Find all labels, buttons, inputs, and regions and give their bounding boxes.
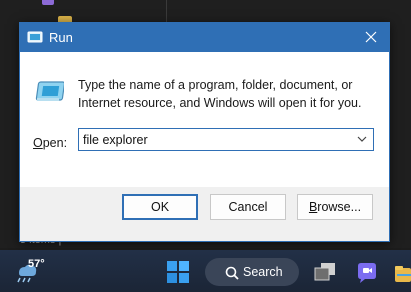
- open-label: Open:: [33, 136, 67, 150]
- chevron-down-icon[interactable]: [357, 136, 367, 142]
- browse-button[interactable]: Browse...: [297, 194, 373, 220]
- search-icon: [225, 266, 239, 280]
- taskbar-search-button[interactable]: Search: [205, 258, 299, 286]
- run-dialog: Run Type the name of a program, folder, …: [19, 22, 390, 242]
- start-button-icon[interactable]: [166, 261, 190, 283]
- divider: [166, 0, 167, 24]
- open-label-accesskey: O: [33, 136, 43, 150]
- title-bar[interactable]: Run: [20, 23, 389, 52]
- cancel-button[interactable]: Cancel: [210, 194, 286, 220]
- teams-chat-icon[interactable]: [355, 262, 379, 284]
- task-view-icon[interactable]: [313, 262, 337, 282]
- open-label-text: pen:: [42, 136, 68, 150]
- file-explorer-taskbar-icon[interactable]: [394, 262, 411, 284]
- close-icon: [365, 31, 377, 43]
- run-program-icon: [35, 81, 64, 101]
- dialog-title: Run: [49, 30, 73, 45]
- browse-label-text: rowse...: [317, 200, 362, 214]
- open-combobox[interactable]: [78, 128, 374, 151]
- run-icon: [27, 31, 43, 43]
- close-button[interactable]: [353, 23, 389, 52]
- open-input[interactable]: [83, 131, 343, 148]
- dialog-description: Type the name of a program, folder, docu…: [78, 78, 362, 110]
- ok-button[interactable]: OK: [122, 194, 198, 220]
- search-label: Search: [243, 265, 283, 279]
- folder-icon: [42, 0, 54, 5]
- weather-temperature: 57°: [28, 258, 45, 270]
- dialog-content: Type the name of a program, folder, docu…: [20, 52, 389, 187]
